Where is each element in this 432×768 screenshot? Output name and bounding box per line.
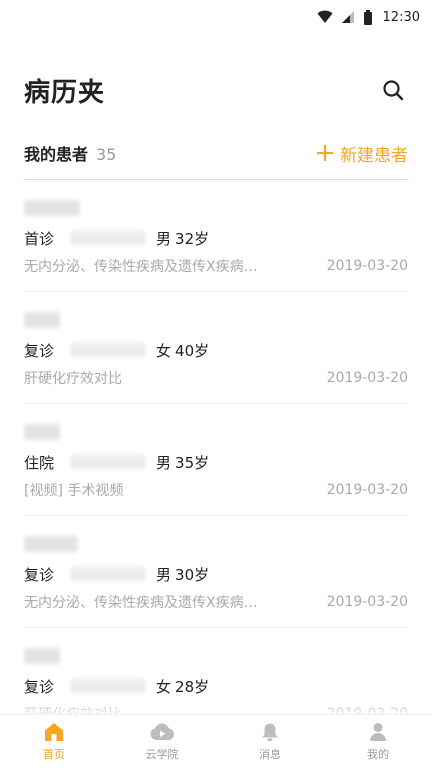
patient-age: 28岁 (175, 677, 210, 696)
record-date: 2019-03-20 (326, 482, 408, 498)
patient-gender: 男 (156, 565, 172, 584)
status-time: 12:30 (382, 9, 420, 25)
battery-icon (363, 9, 372, 25)
new-patient-label: 新建患者 (340, 145, 408, 166)
patient-id-redacted (70, 679, 147, 693)
plus-icon (317, 145, 333, 161)
nav-item-profile[interactable]: 我的 (324, 715, 432, 768)
page-title: 病历夹 (24, 77, 106, 108)
nav-item-messages[interactable]: 消息 (216, 715, 324, 768)
visit-type: 首诊 (24, 229, 55, 248)
nav-label-academy: 云学院 (145, 747, 179, 761)
record-date: 2019-03-20 (326, 594, 408, 610)
visit-type: 复诊 (24, 341, 55, 360)
nav-label-home: 首页 (43, 747, 65, 761)
visit-type: 复诊 (24, 677, 55, 696)
patient-row[interactable]: 复诊 女 40岁 肝硬化疗效对比 2019-03-20 (24, 292, 408, 404)
patient-name-redacted (24, 536, 78, 552)
patient-count: 35 (96, 145, 117, 164)
nav-item-home[interactable]: 首页 (0, 715, 108, 768)
status-bar: 12:30 (0, 0, 432, 34)
bottom-nav: 首页 云学院 消息 我的 (0, 714, 432, 768)
nav-label-profile: 我的 (367, 747, 389, 761)
visit-type: 复诊 (24, 565, 55, 584)
section-title-group: 我的患者 35 (24, 141, 116, 165)
patient-id-redacted (70, 231, 147, 245)
patient-row[interactable]: 首诊 男 32岁 无内分泌、传染性疾病及遗传X疾病… 2019-03-20 (24, 180, 408, 292)
patient-gender: 女 (156, 677, 172, 696)
patient-name-redacted (24, 648, 60, 664)
home-icon (45, 722, 63, 741)
record-date: 2019-03-20 (326, 258, 408, 274)
nav-item-academy[interactable]: 云学院 (108, 715, 216, 768)
new-patient-button[interactable]: 新建患者 (316, 141, 408, 166)
signal-icon (341, 11, 354, 23)
patient-name-redacted (24, 312, 60, 328)
patient-note: [视频] 手术视频 (24, 483, 124, 499)
patient-note: 无内分泌、传染性疾病及遗传X疾病… (24, 259, 258, 275)
wifi-icon (317, 10, 333, 23)
bell-icon (262, 723, 278, 741)
patient-list: 首诊 男 32岁 无内分泌、传染性疾病及遗传X疾病… 2019-03-20 复诊… (24, 180, 408, 740)
patient-age: 40岁 (175, 341, 210, 360)
patient-gender: 男 (156, 229, 172, 248)
patient-note: 肝硬化疗效对比 (24, 371, 122, 387)
cloud-play-icon (150, 723, 175, 740)
patient-gender: 女 (156, 341, 172, 360)
patient-id-redacted (70, 455, 147, 469)
patient-name-redacted (24, 200, 80, 216)
patient-id-redacted (70, 567, 147, 581)
patient-age: 32岁 (175, 229, 210, 248)
patients-section-header: 我的患者 35 新建患者 (24, 138, 408, 168)
search-button[interactable] (378, 75, 408, 105)
patient-gender: 男 (156, 453, 172, 472)
patient-row[interactable]: 住院 男 35岁 [视频] 手术视频 2019-03-20 (24, 404, 408, 516)
patient-row[interactable]: 复诊 男 30岁 无内分泌、传染性疾病及遗传X疾病… 2019-03-20 (24, 516, 408, 628)
search-icon (383, 80, 404, 101)
person-icon (370, 722, 386, 741)
patient-age: 30岁 (175, 565, 210, 584)
patient-age: 35岁 (175, 453, 210, 472)
patient-id-redacted (70, 343, 147, 357)
patient-note: 无内分泌、传染性疾病及遗传X疾病… (24, 595, 258, 611)
nav-label-messages: 消息 (259, 747, 281, 761)
patient-name-redacted (24, 424, 60, 440)
record-date: 2019-03-20 (326, 370, 408, 386)
visit-type: 住院 (24, 453, 55, 472)
section-title: 我的患者 (24, 145, 89, 164)
app-header: 病历夹 (24, 70, 408, 110)
